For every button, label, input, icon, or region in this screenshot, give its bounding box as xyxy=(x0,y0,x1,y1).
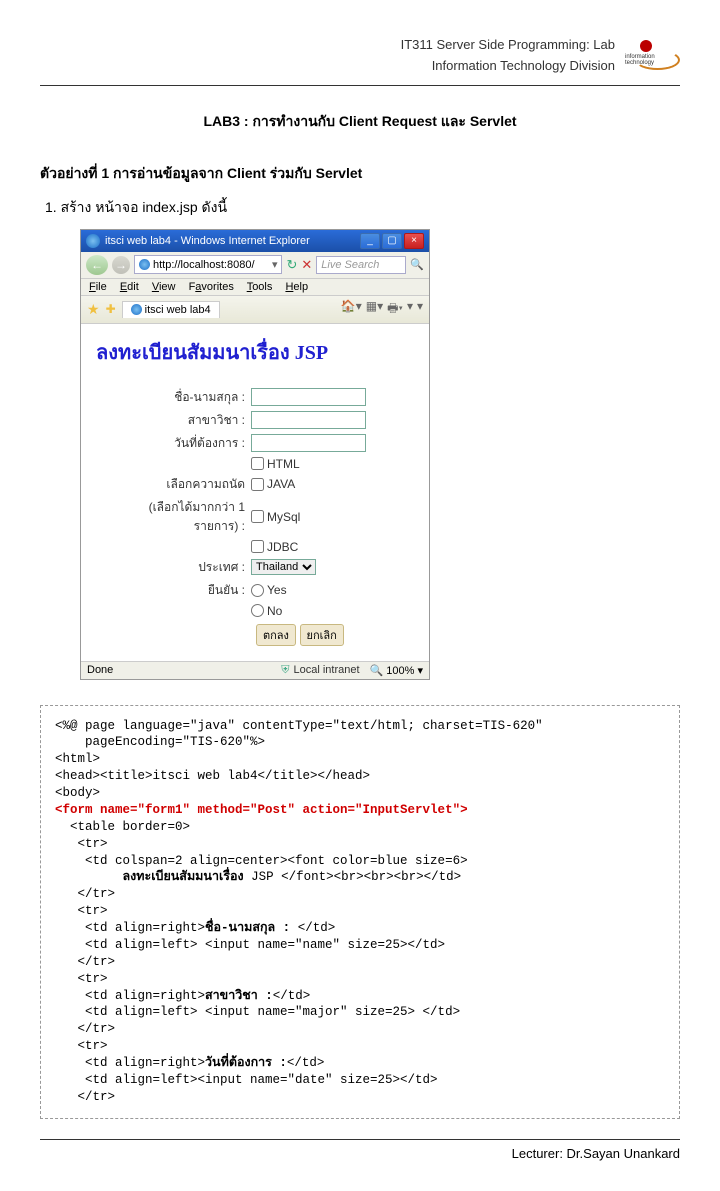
dropdown-icon[interactable]: ▾ xyxy=(272,258,278,271)
division-line: Information Technology Division xyxy=(40,56,615,77)
search-box[interactable]: Live Search xyxy=(316,256,406,274)
date-field[interactable] xyxy=(251,434,366,452)
menu-help[interactable]: Help xyxy=(285,281,308,293)
page-header: IT311 Server Side Programming: Lab Infor… xyxy=(40,35,680,86)
shield-icon: ⛨ xyxy=(281,664,289,677)
code-block: <%@ page language="java" contentType="te… xyxy=(40,705,680,1119)
refresh-icon[interactable]: ↻ xyxy=(286,257,297,273)
cancel-button[interactable]: ยกเลิก xyxy=(300,624,344,646)
label-date: วันที่ต้องการ : xyxy=(106,434,251,453)
menu-tools[interactable]: Tools xyxy=(247,281,273,293)
zoom-icon: 🔍 xyxy=(370,665,384,677)
home-icon[interactable]: 🏠▾ xyxy=(341,299,362,320)
ie-icon xyxy=(131,304,142,315)
menu-file[interactable]: File xyxy=(89,281,107,293)
maximize-button[interactable]: ▢ xyxy=(382,233,402,249)
checkbox-java[interactable] xyxy=(251,478,264,491)
window-titlebar: itsci web lab4 - Windows Internet Explor… xyxy=(81,230,429,252)
close-button[interactable]: × xyxy=(404,233,424,249)
page-content: ลงทะเบียนสัมมนาเรื่อง JSP ชื่อ-นามสกุล :… xyxy=(81,324,429,661)
window-title: itsci web lab4 - Windows Internet Explor… xyxy=(105,235,310,247)
tab-toolbar: ★ ✚ itsci web lab4 🏠▾ ▦▾ 🖶▾ ▾ ▾ xyxy=(81,296,429,324)
forward-button[interactable]: → xyxy=(112,256,130,274)
name-field[interactable] xyxy=(251,388,366,406)
menu-bar: File Edit View Favorites Tools Help xyxy=(81,279,429,296)
feed-icon[interactable]: ▦▾ xyxy=(366,299,383,320)
step-1: 1. สร้าง หน้าจอ index.jsp ดังนี้ xyxy=(45,197,680,219)
print-icon[interactable]: 🖶▾ xyxy=(387,299,403,320)
label-major: สาขาวิชา : xyxy=(106,411,251,430)
status-done: Done xyxy=(87,664,113,676)
label-skill-note: (เลือกได้มากกว่า 1 รายการ) : xyxy=(106,498,251,536)
checkbox-mysql[interactable] xyxy=(251,510,264,523)
page-footer: Lecturer: Dr.Sayan Unankard xyxy=(40,1139,680,1161)
minimize-button[interactable]: _ xyxy=(360,233,380,249)
add-fav-icon[interactable]: ✚ xyxy=(106,302,116,316)
label-name: ชื่อ-นามสกุล : xyxy=(106,388,251,407)
course-line: IT311 Server Side Programming: Lab xyxy=(40,35,615,56)
browser-tab[interactable]: itsci web lab4 xyxy=(122,301,220,318)
zone-label: Local intranet xyxy=(293,664,359,676)
back-button[interactable]: ← xyxy=(86,255,108,275)
org-logo: information technology xyxy=(625,40,680,80)
form-heading: ลงทะเบียนสัมมนาเรื่อง JSP xyxy=(96,336,414,368)
country-select[interactable]: Thailand xyxy=(251,559,316,575)
address-bar[interactable]: http://localhost:8080/ ▾ xyxy=(134,255,282,274)
checkbox-jdbc[interactable] xyxy=(251,540,264,553)
ie-icon xyxy=(86,234,100,248)
checkbox-html[interactable] xyxy=(251,457,264,470)
search-icon[interactable]: 🔍 xyxy=(410,258,424,271)
nav-bar: ← → http://localhost:8080/ ▾ ↻ ✕ Live Se… xyxy=(81,252,429,279)
label-country: ประเทศ : xyxy=(106,558,251,577)
menu-view[interactable]: View xyxy=(152,281,176,293)
radio-yes[interactable] xyxy=(251,584,264,597)
lab-title: LAB3 : การทำงานกับ Client Request และ Se… xyxy=(40,111,680,133)
radio-no[interactable] xyxy=(251,604,264,617)
status-bar: Done ⛨Local intranet 🔍 100% ▾ xyxy=(81,661,429,679)
submit-button[interactable]: ตกลง xyxy=(256,624,296,646)
ie-icon xyxy=(139,259,150,270)
favorites-star-icon[interactable]: ★ xyxy=(87,301,100,318)
zoom-value: 100% xyxy=(386,665,414,677)
browser-screenshot: itsci web lab4 - Windows Internet Explor… xyxy=(80,229,430,680)
page-menu-icon[interactable]: ▾ xyxy=(407,299,413,320)
label-confirm: ยืนยัน : xyxy=(106,581,251,600)
menu-favorites[interactable]: Favorites xyxy=(189,281,234,293)
label-skill: เลือกความถนัด xyxy=(106,475,251,494)
stop-icon[interactable]: ✕ xyxy=(301,257,312,273)
major-field[interactable] xyxy=(251,411,366,429)
tools-menu-icon[interactable]: ▾ xyxy=(417,299,423,320)
example-heading: ตัวอย่างที่ 1 การอ่านข้อมูลจาก Client ร่… xyxy=(40,163,680,185)
menu-edit[interactable]: Edit xyxy=(120,281,139,293)
